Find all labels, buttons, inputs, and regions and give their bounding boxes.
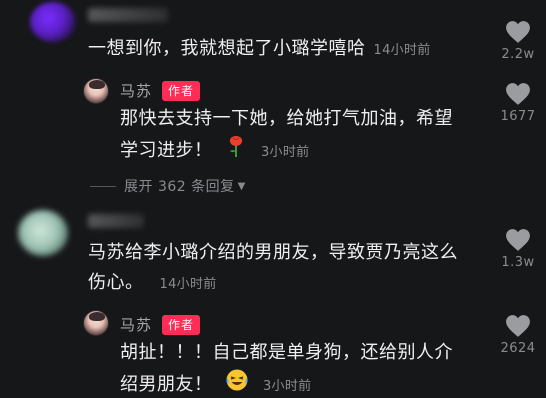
author-badge: 作者: [162, 315, 201, 335]
reply-text-line-2: 学习进步！: [120, 140, 213, 161]
commenter-name-blurred[interactable]: [88, 214, 144, 228]
like-count: 2.2w: [501, 47, 535, 62]
reply-text: 胡扯！！！自己都是单身狗，还给别人介 绍男朋友！ 3小时前: [120, 338, 453, 398]
reply-author-name[interactable]: 马苏: [120, 314, 152, 335]
divider: [90, 185, 116, 187]
expand-replies-button[interactable]: 展开 362 条回复 ▼: [90, 176, 246, 196]
like-count: 1.3w: [501, 255, 535, 270]
like-button[interactable]: 2.2w: [493, 20, 543, 62]
expand-replies-label: 展开 362 条回复: [124, 179, 235, 195]
comment-text: 马苏给李小璐介绍的男朋友，导致贾乃亮这么 伤心。 14小时前: [88, 238, 458, 300]
comment-text: 一想到你，我就想起了小璐学嘻哈 14小时前: [88, 34, 431, 66]
reply-time: 3小时前: [260, 145, 310, 160]
reply-time: 3小时前: [262, 379, 312, 394]
author-avatar[interactable]: [83, 78, 109, 104]
reply-text-line: 学习进步！ 3小时前: [120, 134, 453, 168]
comment-section: 一想到你，我就想起了小璐学嘻哈 14小时前 2.2w 马苏 作者 那快去支持一下她…: [0, 0, 546, 398]
reply-author-name[interactable]: 马苏: [120, 80, 152, 101]
author-badge: 作者: [162, 81, 201, 101]
commenter-avatar[interactable]: [18, 210, 68, 256]
reply-text-line: 那快去支持一下她，给她打气加油，希望: [120, 108, 453, 129]
heart-icon: [506, 315, 530, 337]
comment-time: 14小时前: [373, 43, 431, 58]
like-button[interactable]: 1.3w: [493, 228, 543, 270]
comment-time: 14小时前: [159, 277, 217, 292]
commenter-name-blurred[interactable]: [88, 8, 168, 22]
laughing-tears-icon: [225, 368, 249, 398]
comment-text-line: 马苏给李小璐介绍的男朋友，导致贾乃亮这么: [88, 242, 458, 263]
rose-icon: [225, 134, 247, 168]
reply-text-line: 绍男朋友！ 3小时前: [120, 368, 453, 398]
like-count: 2624: [500, 341, 536, 356]
comment-body: 一想到你，我就想起了小璐学嘻哈: [88, 38, 366, 59]
author-avatar[interactable]: [83, 310, 109, 336]
comment-text-line: 伤心。 14小时前: [88, 268, 458, 300]
like-count: 1677: [500, 109, 536, 124]
like-button[interactable]: 1677: [493, 82, 543, 124]
caret-down-icon: ▼: [237, 180, 246, 192]
reply-text-line: 胡扯！！！自己都是单身狗，还给别人介: [120, 342, 453, 363]
reply-text-line-2: 绍男朋友！: [120, 374, 213, 395]
reply-text: 那快去支持一下她，给她打气加油，希望 学习进步！ 3小时前: [120, 104, 453, 168]
like-button[interactable]: 2624: [493, 314, 543, 356]
heart-icon: [506, 229, 530, 251]
commenter-avatar[interactable]: [30, 2, 76, 42]
heart-icon: [506, 21, 530, 43]
heart-icon: [506, 83, 530, 105]
comment-text-line-2: 伤心。: [88, 272, 144, 293]
